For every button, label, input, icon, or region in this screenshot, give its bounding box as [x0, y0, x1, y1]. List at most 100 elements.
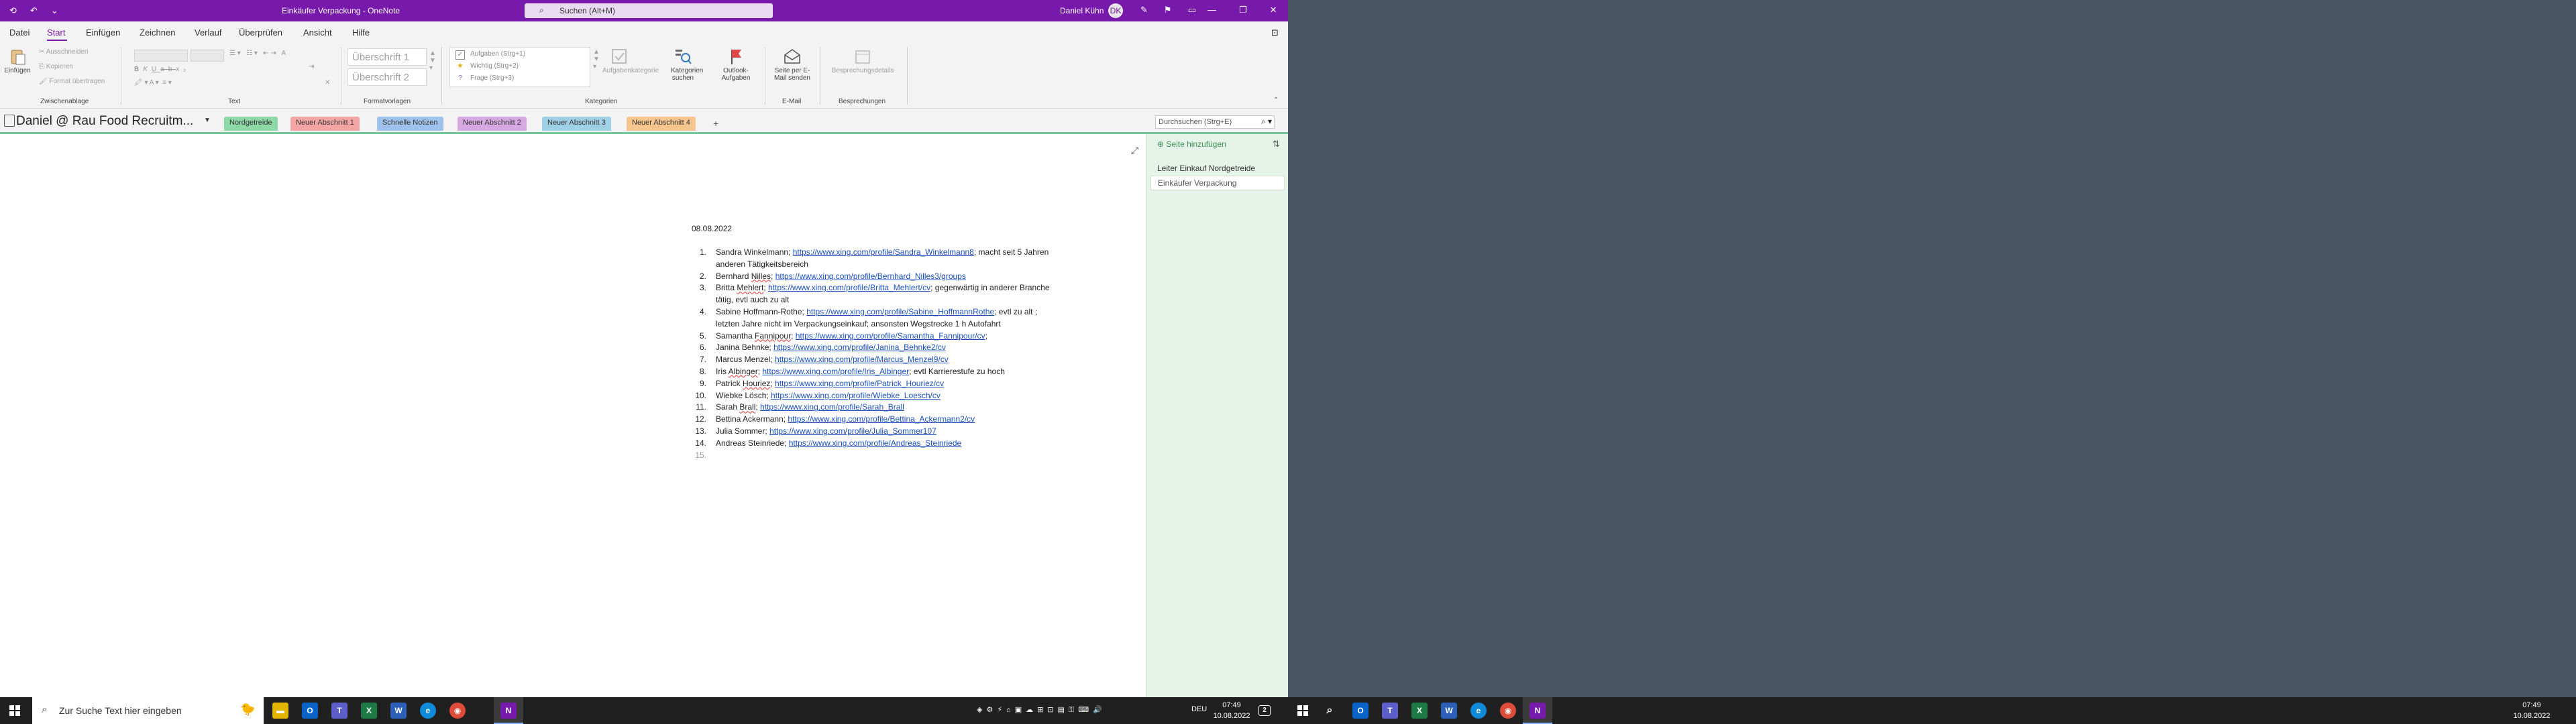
tag-important[interactable]: Wichtig (Strg+2) — [470, 62, 519, 70]
word-icon[interactable]: W — [1441, 703, 1457, 719]
list-item[interactable]: 2. Bernhard Nilles; https://www.xing.com/… — [692, 271, 1121, 283]
outlook-icon[interactable]: O — [302, 703, 318, 719]
windows-start-icon[interactable] — [9, 705, 20, 716]
chevron-down-icon[interactable]: ▼ — [204, 117, 211, 124]
excel-icon[interactable]: X — [1411, 703, 1428, 719]
onenote-icon[interactable]: N — [500, 703, 517, 719]
tab-ueberpruefen[interactable]: Überprüfen — [239, 27, 282, 38]
section-tab-nordgetreide[interactable]: Nordgetreide — [224, 117, 278, 131]
clock-secondary[interactable]: 07:49 10.08.2022 — [2510, 700, 2553, 721]
profile-link[interactable]: https://www.xing.com/profile/Janina_Behn… — [773, 343, 946, 352]
system-tray-icons[interactable]: ◈⚙⚡⌂▣☁⊞⊡▤⚿⌨🔊 — [977, 705, 1106, 715]
outlook-tasks-button[interactable]: Outlook-Aufgaben — [714, 47, 758, 82]
list-item[interactable]: 1. Sandra Winkelmann; https://www.xing.co… — [692, 247, 1121, 271]
profile-link[interactable]: https://www.xing.com/profile/Britta_Mehl… — [768, 283, 930, 292]
task-tag-button[interactable]: Aufgabenkategorie — [602, 47, 659, 74]
sticky-notes-icon[interactable]: ⊡ — [1271, 27, 1279, 38]
add-page-button[interactable]: ⊕ Seite hinzufügen — [1157, 139, 1226, 149]
ribbon-display-icon[interactable]: ▭ — [1188, 5, 1196, 15]
chrome-icon[interactable]: ◉ — [1500, 703, 1516, 719]
list-item[interactable]: 13. Julia Sommer; https://www.xing.com/pr… — [692, 426, 1121, 438]
chrome-icon[interactable]: ◉ — [449, 703, 466, 719]
font-family-select[interactable] — [134, 50, 188, 62]
format-painter-button[interactable]: 🖌 Format übertragen — [39, 78, 105, 85]
avatar[interactable]: DK — [1108, 3, 1123, 18]
onenote-icon[interactable]: N — [1529, 703, 1546, 719]
list-item[interactable]: 8. Iris Albinger; https://www.xing.com/pr… — [692, 366, 1121, 378]
list-buttons[interactable]: ☰ ▾ ☷ ▾ ⇤ ⇥ A — [229, 50, 286, 57]
profile-link[interactable]: https://www.xing.com/profile/Wiebke_Loes… — [771, 391, 941, 400]
notebook-name[interactable]: Daniel @ Rau Food Recruitm... — [16, 114, 193, 129]
search-input[interactable]: ⌕ Suchen (Alt+M) — [525, 3, 773, 18]
teams-icon[interactable]: T — [331, 703, 347, 719]
list-item[interactable]: 7. Marcus Menzel; https://www.xing.com/pr… — [692, 354, 1121, 366]
notification-icon[interactable]: 2 — [1258, 705, 1271, 716]
page-canvas[interactable]: ⤢ 08.08.2022 1. Sandra Winkelmann; https:… — [0, 134, 1146, 697]
paste-button[interactable]: Einfügen — [4, 47, 31, 74]
tab-start[interactable]: Start — [47, 27, 65, 38]
excel-icon[interactable]: X — [361, 703, 377, 719]
list-item[interactable]: 5. Samantha Fannipour; https://www.xing.c… — [692, 330, 1121, 343]
tab-einfuegen[interactable]: Einfügen — [86, 27, 120, 38]
user-name[interactable]: Daniel Kühn — [1060, 6, 1104, 15]
profile-link[interactable]: https://www.xing.com/profile/Sarah_Brall — [760, 402, 904, 412]
list-item[interactable]: 10. Wiebke Lösch; https://www.xing.com/pr… — [692, 390, 1121, 402]
notebook-search-input[interactable]: Durchsuchen (Strg+E) — [1155, 115, 1275, 129]
back-icon[interactable]: ⟲ — [9, 5, 17, 16]
tags-scroll-icon[interactable]: ▲ ▼ ▾ — [593, 48, 600, 70]
section-tab-neuer-abschnitt-4[interactable]: Neuer Abschnitt 4 — [627, 117, 696, 131]
collapse-ribbon-icon[interactable]: ⌃ — [1273, 97, 1279, 104]
profile-link[interactable]: https://www.xing.com/profile/Marcus_Menz… — [775, 355, 949, 364]
teams-icon[interactable]: T — [1382, 703, 1398, 719]
section-tab-schnelle-notizen[interactable]: Schnelle Notizen — [377, 117, 443, 131]
meeting-details-button[interactable]: Besprechungsdetails — [825, 47, 900, 74]
file-explorer-icon[interactable]: ▬ — [272, 703, 288, 719]
clock[interactable]: 07:49 10.08.2022 — [1212, 700, 1252, 721]
add-section-icon[interactable]: + — [713, 118, 718, 129]
minimize-icon[interactable]: — — [1208, 5, 1216, 15]
outlook-icon[interactable]: O — [1352, 703, 1368, 719]
windows-start-icon[interactable] — [1297, 705, 1308, 716]
list-item[interactable]: 14. Andreas Steinriede; https://www.xing.… — [692, 438, 1121, 450]
customize-qat-icon[interactable]: ⌄ — [51, 5, 58, 16]
cut-button[interactable]: ✂ Ausschneiden — [39, 48, 88, 56]
tag-question[interactable]: Frage (Strg+3) — [470, 74, 514, 82]
tab-ansicht[interactable]: Ansicht — [303, 27, 332, 38]
edge-icon[interactable]: e — [1470, 703, 1487, 719]
style-heading2[interactable]: Überschrift 2 — [347, 68, 427, 86]
section-tab-neuer-abschnitt-3[interactable]: Neuer Abschnitt 3 — [542, 117, 611, 131]
sort-icon[interactable]: ⇅ — [1273, 139, 1280, 149]
indent-icon[interactable]: ⇥ — [309, 63, 314, 70]
tab-verlauf[interactable]: Verlauf — [195, 27, 221, 38]
tags-gallery[interactable]: ✓ Aufgaben (Strg+1) ★ Wichtig (Strg+2) ?… — [449, 47, 590, 87]
profile-link[interactable]: https://www.xing.com/profile/Samantha_Fa… — [796, 331, 985, 341]
page-item-einkaeufer-verpackung[interactable]: Einkäufer Verpackung — [1150, 176, 1285, 190]
section-tab-neuer-abschnitt-1[interactable]: Neuer Abschnitt 1 — [290, 117, 360, 131]
style-scroll-icon[interactable]: ▲ ▼ ▾ — [429, 50, 436, 72]
profile-link[interactable]: https://www.xing.com/profile/Julia_Somme… — [769, 426, 936, 436]
highlight-color-buttons[interactable]: 🖍 ▾ A ▾ ≡ ▾ — [134, 79, 172, 86]
list-item[interactable]: 11. Sarah Brall; https://www.xing.com/pro… — [692, 402, 1121, 414]
taskbar-search-input[interactable]: ⌕ Zur Suche Text hier eingeben 🐤 — [32, 697, 264, 724]
tab-datei[interactable]: Datei — [9, 27, 30, 38]
profile-link[interactable]: https://www.xing.com/profile/Sandra_Wink… — [793, 247, 974, 257]
close-icon[interactable]: ✕ — [1270, 5, 1277, 15]
page-item-leiter-einkauf[interactable]: Leiter Einkauf Nordgetreide — [1157, 164, 1255, 173]
profile-link[interactable]: https://www.xing.com/profile/Bettina_Ack… — [788, 414, 975, 424]
profile-link[interactable]: https://www.xing.com/profile/Iris_Albing… — [762, 367, 909, 376]
section-tab-neuer-abschnitt-2[interactable]: Neuer Abschnitt 2 — [458, 117, 527, 131]
text-format-buttons[interactable]: BKUabx₂ — [134, 66, 190, 73]
tab-zeichnen[interactable]: Zeichnen — [140, 27, 175, 38]
profile-link[interactable]: https://www.xing.com/profile/Sabine_Hoff… — [806, 307, 994, 316]
font-size-select[interactable] — [191, 50, 224, 62]
pen-icon[interactable]: ✎ — [1140, 5, 1148, 15]
tab-hilfe[interactable]: Hilfe — [352, 27, 370, 38]
list-item[interactable]: 6. Janina Behnke; https://www.xing.com/pr… — [692, 342, 1121, 354]
coauthor-icon[interactable]: ⚑ — [1164, 5, 1172, 15]
restore-icon[interactable]: ❐ — [1239, 5, 1247, 15]
list-item[interactable]: 12. Bettina Ackermann; https://www.xing.c… — [692, 414, 1121, 426]
list-item[interactable]: 9. Patrick Houriez; https://www.xing.com/… — [692, 378, 1121, 390]
list-item[interactable]: 3. Britta Mehlert; https://www.xing.com/p… — [692, 282, 1121, 306]
style-heading1[interactable]: Überschrift 1 — [347, 48, 427, 66]
search-icon[interactable]: ⌕ — [1322, 703, 1338, 719]
